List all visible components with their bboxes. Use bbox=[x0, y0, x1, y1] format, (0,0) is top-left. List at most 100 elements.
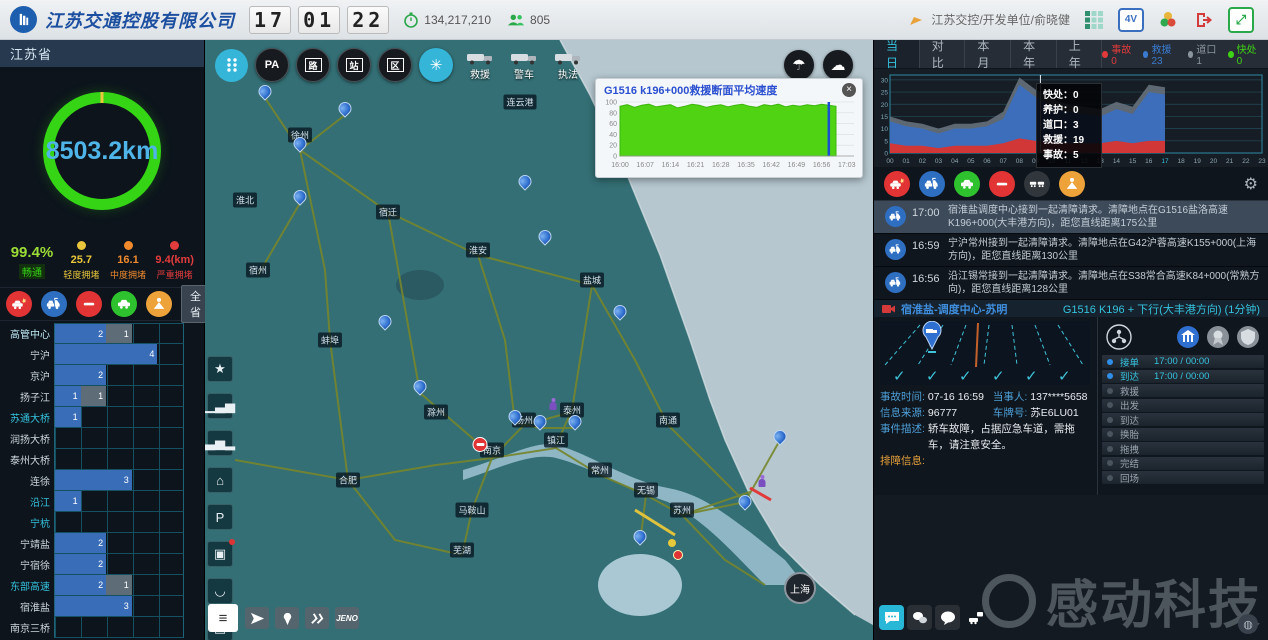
signal-chart-icon[interactable]: ▁▃▅ bbox=[207, 393, 233, 419]
construction-filter-icon[interactable] bbox=[1059, 171, 1085, 197]
popup-close-icon[interactable]: × bbox=[842, 83, 856, 97]
tab-上年[interactable]: 上年 bbox=[1057, 40, 1103, 68]
timeline-step[interactable]: 接单17:00 / 00:00 bbox=[1102, 355, 1264, 368]
favorites-icon[interactable]: ★ bbox=[207, 356, 233, 382]
weather-icon[interactable]: ☂ bbox=[784, 50, 814, 80]
network-globe-icon[interactable]: ◍ bbox=[1238, 614, 1258, 634]
cluster-pin-icon[interactable] bbox=[539, 230, 552, 243]
company-icon[interactable] bbox=[1176, 325, 1200, 349]
map-vehicle-toggle[interactable]: 警车 bbox=[504, 49, 544, 81]
construction-filter-icon[interactable] bbox=[146, 291, 172, 317]
cluster-pin-icon[interactable] bbox=[534, 415, 547, 428]
route-icon[interactable] bbox=[305, 607, 329, 629]
map-sign-icon-pa[interactable]: PA bbox=[255, 48, 289, 82]
quick-clear-filter-icon[interactable] bbox=[111, 291, 137, 317]
dispatch-source[interactable]: 宿淮盐-调度中心-苏明 bbox=[882, 301, 1007, 317]
car-message-icon[interactable] bbox=[963, 605, 988, 630]
quick-clear-filter-icon[interactable] bbox=[954, 171, 980, 197]
rescue-filter-icon[interactable] bbox=[919, 171, 945, 197]
accident-filter-icon[interactable] bbox=[6, 291, 32, 317]
tab-当日[interactable]: 当日 bbox=[874, 40, 920, 68]
cluster-pin-icon[interactable] bbox=[569, 415, 582, 428]
province-map[interactable]: 徐州连云港宿迁淮北宿州淮安盐城蚌埠泰州扬州南京镇江常州无锡苏州南通滁州合肥马鞍山… bbox=[205, 40, 873, 640]
cluster-pin-icon[interactable] bbox=[294, 190, 307, 203]
home-icon[interactable]: ⌂ bbox=[207, 467, 233, 493]
map-sign-icon-站[interactable]: 站 bbox=[337, 48, 371, 82]
person-marker-icon[interactable] bbox=[758, 475, 767, 487]
road-condition-icon[interactable]: ✳ bbox=[419, 48, 453, 82]
cluster-pin-icon[interactable] bbox=[774, 430, 787, 443]
event-time: 16:56 bbox=[912, 270, 948, 296]
lane-check-icons: ✓✓✓✓✓✓ bbox=[893, 368, 1071, 385]
logout-icon[interactable] bbox=[1192, 8, 1216, 32]
city-label: 合肥 bbox=[336, 473, 360, 488]
tab-本年[interactable]: 本年 bbox=[1011, 40, 1057, 68]
tab-对比[interactable]: 对比 bbox=[920, 40, 966, 68]
timeline-step[interactable]: 到达17:00 / 00:00 bbox=[1102, 370, 1264, 383]
message-icon[interactable] bbox=[935, 605, 960, 630]
cluster-pin-icon[interactable] bbox=[519, 175, 532, 188]
cluster-pin-icon[interactable] bbox=[739, 495, 752, 508]
settings-gear-icon[interactable]: ⚙ bbox=[1244, 174, 1258, 194]
closure-filter-icon[interactable] bbox=[76, 291, 102, 317]
event-row[interactable]: 16:56沿江锡常接到一起清障请求。清障地点在S38常合高速K84+000(常熟… bbox=[874, 267, 1268, 300]
gis-pin-icon[interactable] bbox=[275, 607, 299, 629]
bar-row: 泰州大桥 bbox=[0, 449, 204, 470]
timeline-step[interactable]: 救援 bbox=[1102, 384, 1264, 397]
jeno-badge[interactable]: JENO bbox=[335, 607, 359, 629]
timeline-step[interactable]: 到达 bbox=[1102, 413, 1264, 426]
incident-marker-icon[interactable] bbox=[673, 550, 683, 560]
rescue-filter-icon[interactable] bbox=[41, 291, 67, 317]
mileage-value: 134,217,210 bbox=[424, 13, 491, 27]
timeline-step[interactable]: 出发 bbox=[1102, 399, 1264, 412]
hamburger-menu-icon[interactable]: ≡ bbox=[208, 604, 238, 632]
map-menu-icon[interactable] bbox=[215, 49, 248, 82]
field-label: 事件描述: bbox=[880, 421, 925, 453]
timeline-step[interactable]: 拖拽 bbox=[1102, 442, 1264, 455]
timeline-step[interactable]: 完结 bbox=[1102, 457, 1264, 470]
tunnel-icon[interactable]: ◡ bbox=[207, 578, 233, 604]
map-sign-icon-区[interactable]: 区 bbox=[378, 48, 412, 82]
event-row[interactable]: 17:00宿淮盐调度中心接到一起清障请求。清障地点在G1516盐洛高速K196+… bbox=[874, 201, 1268, 234]
map-sign-icon-路[interactable]: 路 bbox=[296, 48, 330, 82]
event-row[interactable]: 16:59宁沪常州接到一起清障请求。清障地点在G42沪蓉高速K155+000(上… bbox=[874, 234, 1268, 267]
timeline-step[interactable]: 换胎 bbox=[1102, 428, 1264, 441]
bar-primary: 3 bbox=[55, 596, 132, 616]
user-info[interactable]: 江苏交控/开发单位/俞晓健 bbox=[909, 11, 1070, 28]
congestion-filter-icon[interactable] bbox=[1024, 171, 1050, 197]
map-vehicle-toggle[interactable]: 执法 bbox=[548, 49, 588, 81]
accident-filter-icon[interactable] bbox=[884, 171, 910, 197]
org-structure-icon[interactable] bbox=[1106, 324, 1132, 350]
tab-本月[interactable]: 本月 bbox=[965, 40, 1011, 68]
cluster-pin-icon[interactable] bbox=[634, 530, 647, 543]
cluster-pin-icon[interactable] bbox=[414, 380, 427, 393]
bar-chart-icon[interactable]: ▃▅▂ bbox=[207, 430, 233, 456]
map-vehicle-toggle[interactable]: 救援 bbox=[460, 49, 500, 81]
medal-icon[interactable] bbox=[1206, 325, 1230, 349]
send-icon[interactable] bbox=[245, 607, 269, 629]
cloud-icon[interactable]: ☁ bbox=[823, 50, 853, 80]
person-marker-icon[interactable] bbox=[549, 398, 558, 410]
svg-text:00: 00 bbox=[886, 158, 894, 165]
cluster-pin-icon[interactable] bbox=[259, 85, 272, 98]
cluster-pin-icon[interactable] bbox=[614, 305, 627, 318]
shanghai-badge[interactable]: 上海 bbox=[784, 572, 816, 604]
fullscreen-icon[interactable]: ⤢ bbox=[1228, 7, 1254, 33]
field-value: 轿车故障，占据应急车道，需拖车，请注意安全。 bbox=[925, 421, 1091, 453]
closure-filter-icon[interactable] bbox=[989, 171, 1015, 197]
cluster-pin-icon[interactable] bbox=[379, 315, 392, 328]
cluster-pin-icon[interactable] bbox=[509, 410, 522, 423]
app-grid-icon[interactable] bbox=[1082, 8, 1106, 32]
warning-marker-icon[interactable] bbox=[668, 539, 676, 547]
palette-icon[interactable] bbox=[1156, 8, 1180, 32]
wechat-icon[interactable] bbox=[907, 605, 932, 630]
camera-icon[interactable]: ▣ bbox=[207, 541, 233, 567]
cluster-pin-icon[interactable] bbox=[339, 102, 352, 115]
congestion-stat: 25.7轻度拥堵 bbox=[58, 241, 105, 281]
police-badge-icon[interactable] bbox=[1236, 325, 1260, 349]
parking-icon[interactable]: P bbox=[207, 504, 233, 530]
4v-icon[interactable]: 4V bbox=[1118, 8, 1144, 32]
cluster-pin-icon[interactable] bbox=[294, 137, 307, 150]
closure-marker-icon[interactable] bbox=[473, 437, 488, 452]
chat-bubble-icon[interactable] bbox=[879, 605, 904, 630]
